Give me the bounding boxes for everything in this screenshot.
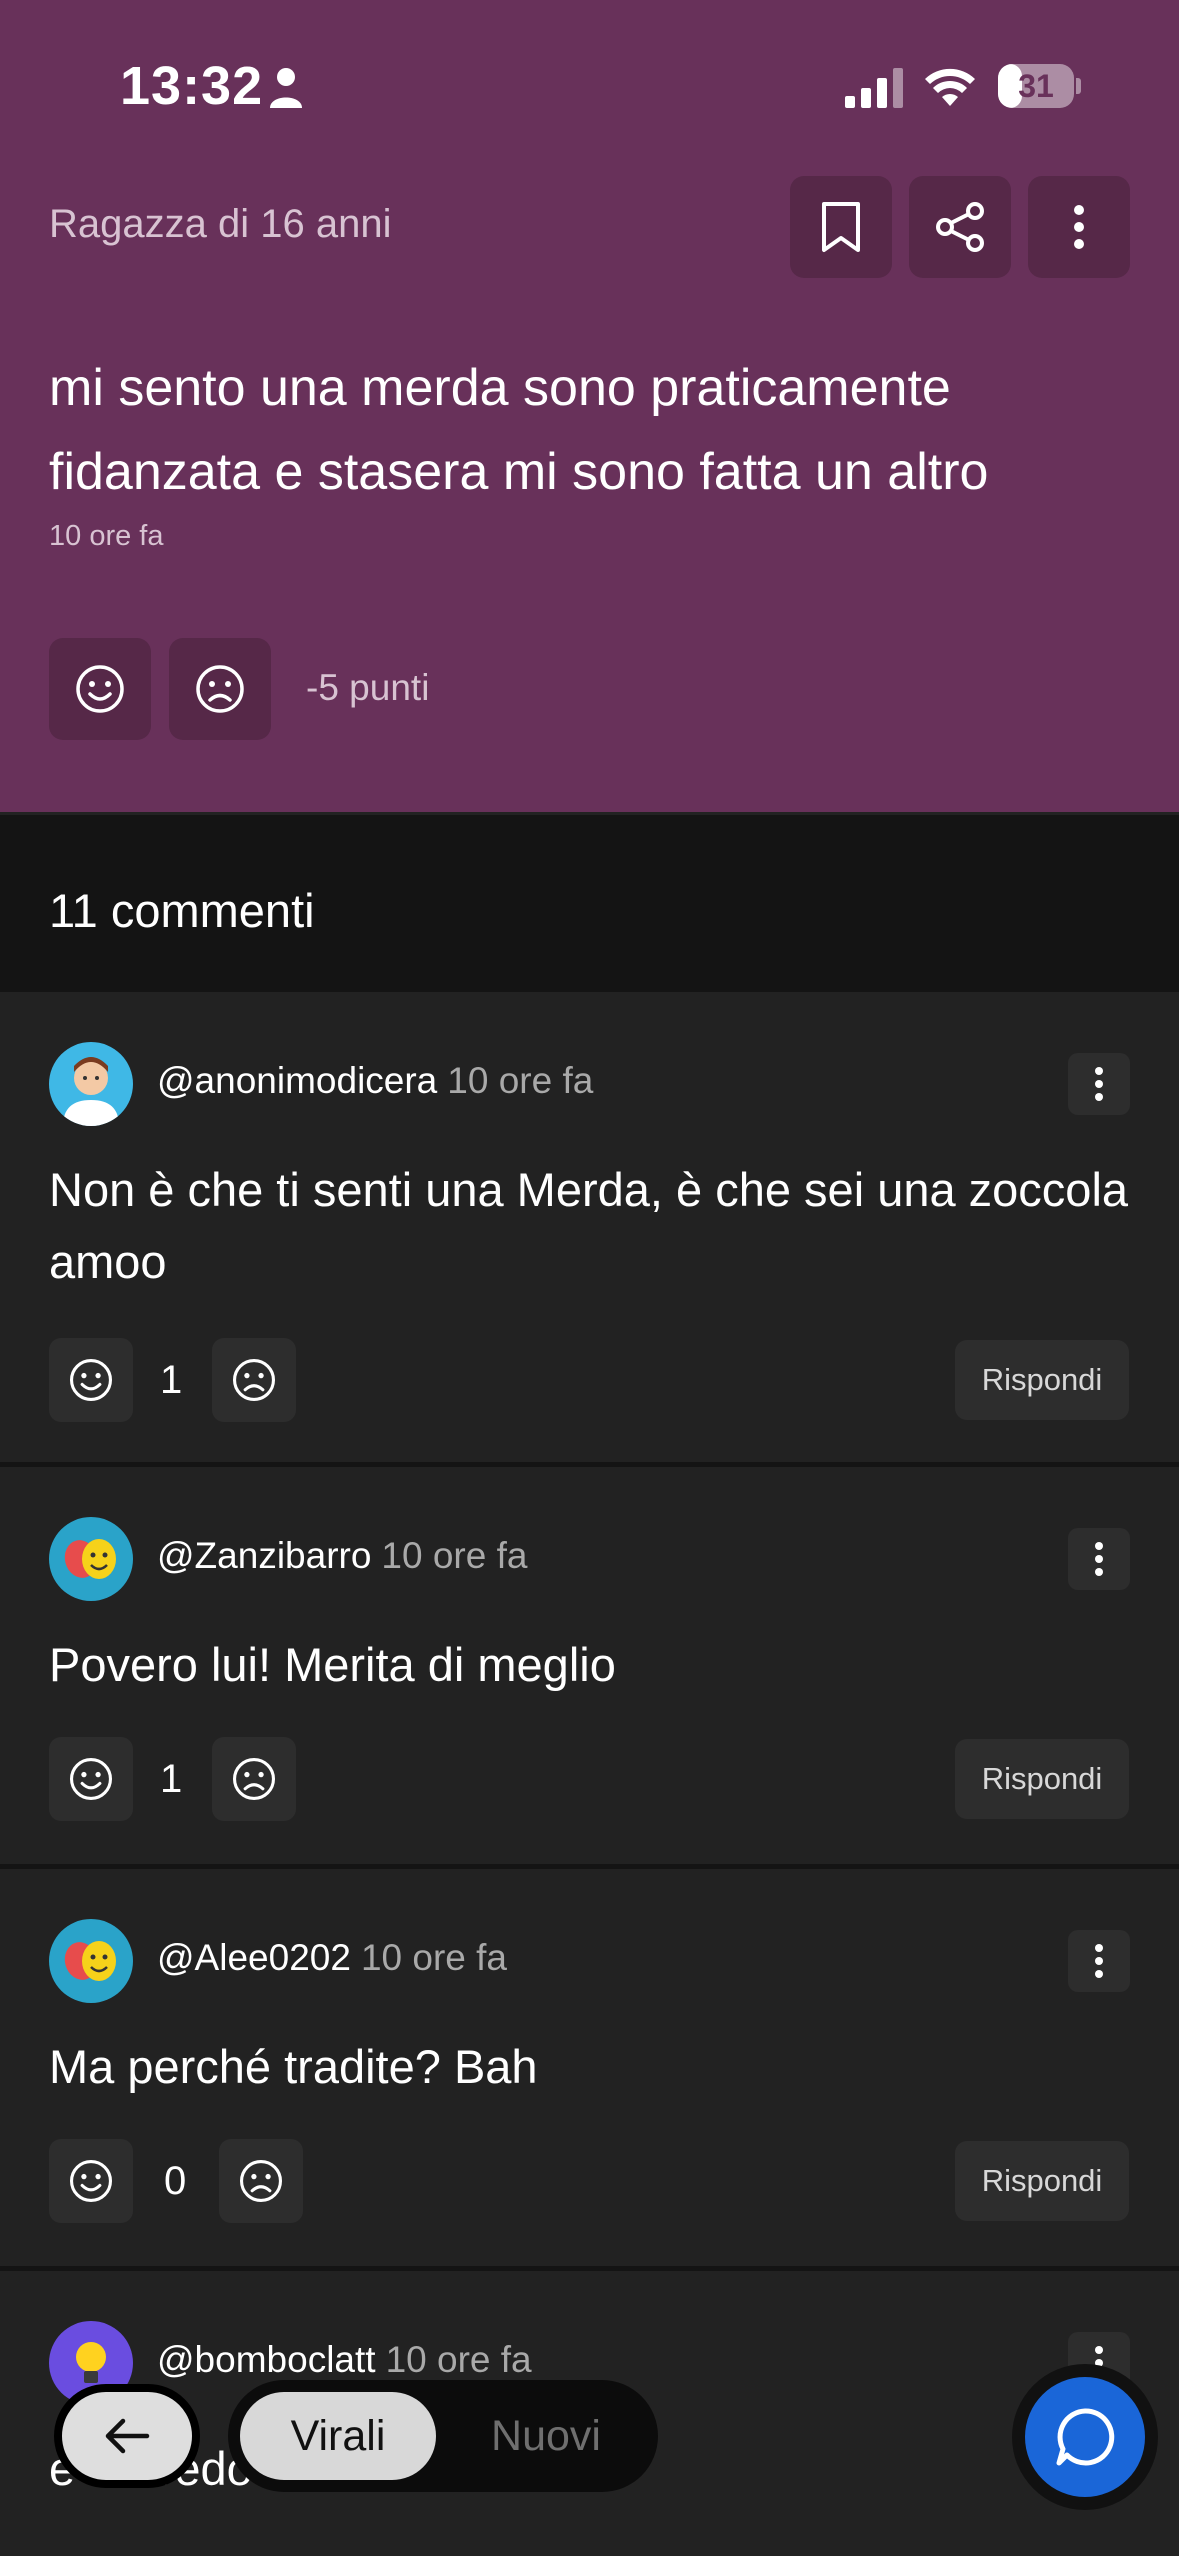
- post-points: -5 punti: [306, 667, 430, 708]
- avatar-man-icon: [49, 1042, 133, 1126]
- comment-username[interactable]: @bomboclatt 10 ore fa: [157, 2339, 532, 2381]
- more-vertical-icon: [1095, 1542, 1103, 1576]
- comment-more-button[interactable]: [1068, 1053, 1130, 1115]
- tab-nuovi[interactable]: Nuovi: [448, 2392, 644, 2480]
- bookmark-icon: [822, 202, 860, 252]
- avatar[interactable]: [49, 1042, 133, 1126]
- battery-indicator: 31: [998, 64, 1082, 110]
- reply-button[interactable]: Rispondi: [955, 2141, 1129, 2221]
- share-icon: [936, 202, 984, 252]
- chat-bubble-icon: [1056, 2408, 1115, 2466]
- status-time: 13:32: [120, 56, 264, 116]
- more-options-button[interactable]: [1028, 176, 1130, 278]
- reply-button[interactable]: Rispondi: [955, 1340, 1129, 1420]
- cellular-signal-icon: [845, 68, 903, 108]
- downvote-button[interactable]: [169, 638, 271, 740]
- upvote-button[interactable]: [49, 638, 151, 740]
- smile-icon: [69, 1358, 113, 1402]
- comment-username[interactable]: @Alee0202 10 ore fa: [157, 1937, 507, 1979]
- back-button[interactable]: [54, 2384, 200, 2488]
- comment-text: Ma perché tradite? Bah: [49, 2040, 538, 2093]
- comment-upvote-button[interactable]: [49, 2139, 133, 2223]
- comment-username[interactable]: @Zanzibarro 10 ore fa: [157, 1535, 527, 1577]
- wifi-icon: [925, 68, 975, 106]
- comment-time: 10 ore fa: [381, 1535, 528, 1576]
- comment-item: @anonimodicera 10 ore fa Non è che ti sen…: [0, 987, 1179, 1467]
- comment-more-button[interactable]: [1068, 1528, 1130, 1590]
- comment-time: 10 ore fa: [385, 2339, 532, 2380]
- avatar[interactable]: [49, 1919, 133, 2003]
- comment-time: 10 ore fa: [360, 1937, 507, 1978]
- theater-masks-icon: [49, 1919, 133, 2003]
- reply-button[interactable]: Rispondi: [955, 1739, 1129, 1819]
- new-comment-button[interactable]: [1012, 2364, 1158, 2510]
- arrow-left-icon: [105, 2418, 150, 2454]
- comment-score: 0: [164, 2159, 187, 2203]
- smile-icon: [76, 665, 124, 713]
- feed-toggle: Virali Nuovi: [228, 2380, 658, 2492]
- more-vertical-icon: [1095, 1944, 1103, 1978]
- frown-icon: [232, 1358, 276, 1402]
- comment-upvote-button[interactable]: [49, 1737, 133, 1821]
- comment-downvote-button[interactable]: [219, 2139, 303, 2223]
- smile-icon: [69, 2159, 113, 2203]
- post-author: Ragazza di 16 anni: [49, 202, 392, 246]
- theater-masks-icon: [49, 1517, 133, 1601]
- post-time: 10 ore fa: [49, 520, 164, 552]
- tab-virali[interactable]: Virali: [240, 2392, 436, 2480]
- comment-upvote-button[interactable]: [49, 1338, 133, 1422]
- bookmark-button[interactable]: [790, 176, 892, 278]
- comment-time: 10 ore fa: [447, 1060, 594, 1101]
- comment-item: @Zanzibarro 10 ore fa Povero lui! Merita …: [0, 1462, 1179, 1867]
- comment-score: 1: [160, 1757, 183, 1801]
- frown-icon: [239, 2159, 283, 2203]
- frown-icon: [196, 665, 244, 713]
- comment-more-button[interactable]: [1068, 1930, 1130, 1992]
- comment-username[interactable]: @anonimodicera 10 ore fa: [157, 1060, 593, 1102]
- battery-level: 31: [1018, 68, 1054, 104]
- frown-icon: [232, 1757, 276, 1801]
- comment-score: 1: [160, 1358, 183, 1402]
- avatar[interactable]: [49, 1517, 133, 1601]
- share-button[interactable]: [909, 176, 1011, 278]
- post-body: mi sento una merda sono praticamente fid…: [49, 359, 989, 501]
- comments-header: 11 commenti: [0, 815, 1179, 987]
- comment-item: @Alee0202 10 ore fa Ma perché tradite? Ba…: [0, 1864, 1179, 2269]
- more-vertical-icon: [1095, 1067, 1103, 1101]
- comment-downvote-button[interactable]: [212, 1338, 296, 1422]
- comment-downvote-button[interactable]: [212, 1737, 296, 1821]
- comment-text: Povero lui! Merita di meglio: [49, 1638, 616, 1691]
- smile-icon: [69, 1757, 113, 1801]
- comments-count: 11 commenti: [49, 884, 315, 937]
- comment-text: Non è che ti senti una Merda, è che sei …: [49, 1163, 1129, 1288]
- more-vertical-icon: [1074, 205, 1084, 249]
- person-icon: [270, 68, 302, 108]
- post-header: 13:32 31 Ragazza di 16 anni mi sento una…: [0, 0, 1179, 812]
